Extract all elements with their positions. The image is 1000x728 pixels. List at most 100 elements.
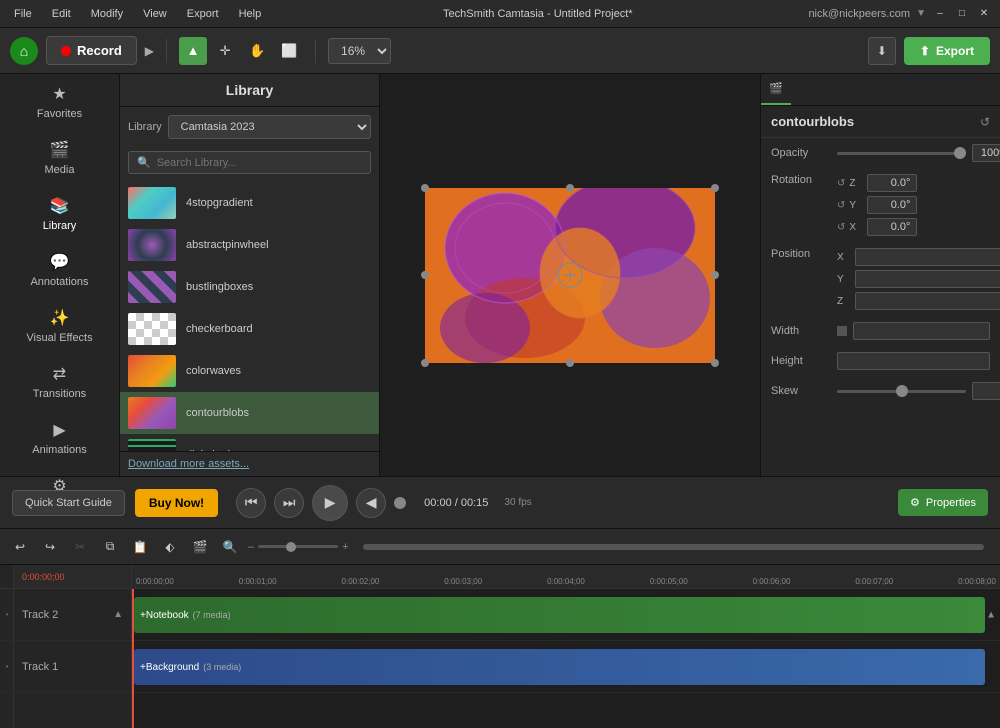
side-control-track2[interactable]: •	[0, 589, 14, 641]
handle-top-right[interactable]	[711, 184, 719, 192]
menu-help[interactable]: Help	[233, 6, 268, 22]
track-1-clip[interactable]: + Background (3 media)	[134, 649, 985, 685]
minimize-button[interactable]: –	[932, 6, 948, 22]
close-button[interactable]: ✕	[976, 6, 992, 22]
list-item[interactable]: 4stopgradient	[120, 182, 379, 224]
timeline-header-label: 0:00:00;00	[14, 565, 131, 589]
home-button[interactable]: ⌂	[10, 37, 38, 65]
properties-tab-video[interactable]: 🎬	[761, 74, 791, 105]
skew-slider[interactable]	[837, 390, 966, 393]
undo-button[interactable]: ↩	[8, 535, 32, 559]
video-mode-button[interactable]: 🎬	[188, 535, 212, 559]
sidebar: ★ Favorites 🎬 Media 📚 Library 💬 Annotati…	[0, 74, 120, 476]
download-more-link[interactable]: Download more assets...	[128, 458, 249, 470]
buy-now-button[interactable]: Buy Now!	[135, 489, 218, 517]
handle-top-left[interactable]	[421, 184, 429, 192]
cut-button[interactable]: ✂	[68, 535, 92, 559]
width-input[interactable]: 1,920.0	[853, 322, 990, 340]
transform-tool[interactable]: ✛	[211, 37, 239, 65]
split-button[interactable]: ⬖	[158, 535, 182, 559]
menu-export[interactable]: Export	[181, 6, 225, 22]
export-button[interactable]: ⬆ Export	[904, 37, 990, 65]
library-thumb-checkerboard	[128, 313, 176, 345]
rotation-z-input[interactable]: 0.0°	[867, 174, 917, 192]
list-item[interactable]: abstractpinwheel	[120, 224, 379, 266]
refresh-icon[interactable]: ↺	[980, 115, 990, 129]
menu-edit[interactable]: Edit	[46, 6, 77, 22]
list-item[interactable]: checkerboard	[120, 308, 379, 350]
position-z-input[interactable]: 0.0	[855, 292, 1000, 310]
track-2-collapse-icon[interactable]: ▲	[986, 609, 996, 620]
timeline-scrollbar[interactable]	[363, 544, 984, 550]
copy-button[interactable]: ⧉	[98, 535, 122, 559]
menu-view[interactable]: View	[137, 6, 173, 22]
sidebar-item-animations[interactable]: ▶ Animations	[0, 410, 119, 466]
timeline-ruler: 0:00:00;00 0:00:01;00 0:00:02;00 0:00:03…	[132, 565, 1000, 589]
handle-right-mid[interactable]	[711, 271, 719, 279]
side-control-track1[interactable]: •	[0, 641, 14, 693]
sidebar-item-media[interactable]: 🎬 Media	[0, 130, 119, 186]
track-1-clip-media: (3 media)	[203, 662, 241, 672]
sidebar-item-visual-effects[interactable]: ✨ Visual Effects	[0, 298, 119, 354]
handle-top-mid[interactable]	[566, 184, 574, 192]
sidebar-item-favorites[interactable]: ★ Favorites	[0, 74, 119, 130]
window-controls: nick@nickpeers.com ▼ – □ ✕	[808, 6, 992, 22]
z-label: Z	[837, 296, 851, 307]
list-item-selected[interactable]: contourblobs	[120, 392, 379, 434]
track-2-expand[interactable]: ▲	[113, 609, 123, 620]
record-label: Record	[77, 43, 122, 58]
timeline-playhead[interactable]	[132, 589, 134, 728]
zoom-select[interactable]: 16%	[328, 38, 391, 64]
timeline-area: ↩ ↪ ✂ ⧉ 📋 ⬖ 🎬 🔍 – + • • 0:00:00;00	[0, 528, 1000, 728]
ruler-mark-4: 0:00:04;00	[547, 577, 585, 586]
list-item[interactable]: bustlingboxes	[120, 266, 379, 308]
handle-left-mid[interactable]	[421, 271, 429, 279]
export-label: Export	[936, 44, 974, 58]
handle-bottom-mid[interactable]	[566, 359, 574, 367]
properties-button[interactable]: ⚙ Properties	[898, 489, 988, 516]
menu-modify[interactable]: Modify	[85, 6, 129, 22]
position-y-input[interactable]: -6.3	[855, 270, 1000, 288]
skew-value[interactable]: 0	[972, 382, 1000, 400]
handle-bottom-left[interactable]	[421, 359, 429, 367]
share-button[interactable]: ⬇	[868, 37, 896, 65]
track-2-clip[interactable]: + Notebook (7 media)	[134, 597, 985, 633]
record-dropdown-arrow[interactable]: ▶	[145, 44, 154, 58]
tool-group: ▲ ✛ ✋ ⬜	[179, 37, 303, 65]
list-item[interactable]: colorwaves	[120, 350, 379, 392]
sidebar-item-transitions[interactable]: ⇄ Transitions	[0, 354, 119, 410]
record-button[interactable]: Record	[46, 36, 137, 65]
handle-bottom-right[interactable]	[711, 359, 719, 367]
opacity-row: Opacity 100%	[761, 138, 1000, 168]
play-button[interactable]: ▶	[312, 485, 348, 521]
opacity-slider[interactable]	[837, 152, 966, 155]
paste-button[interactable]: 📋	[128, 535, 152, 559]
properties-title-row: contourblobs ↺	[761, 106, 1000, 138]
quick-start-button[interactable]: Quick Start Guide	[12, 490, 125, 516]
library-search-input[interactable]	[157, 157, 362, 169]
rewind-button[interactable]: ⏮	[236, 488, 266, 518]
list-item[interactable]: digitaltrains	[120, 434, 379, 451]
step-forward-button[interactable]: ◀	[356, 488, 386, 518]
dropdown-icon[interactable]: ▼	[916, 8, 926, 19]
menu-file[interactable]: File	[8, 6, 38, 22]
sidebar-item-library[interactable]: 📚 Library	[0, 186, 119, 242]
step-back-button[interactable]: ⏭	[274, 488, 304, 518]
redo-button[interactable]: ↪	[38, 535, 62, 559]
zoom-minus-icon[interactable]: –	[248, 541, 254, 553]
height-input[interactable]: 1,080.0	[837, 352, 990, 370]
library-source-select[interactable]: Camtasia 2023	[168, 115, 371, 139]
rotation-x-input[interactable]: 0.0°	[867, 218, 917, 236]
track-2-label: Track 2 ▲	[14, 589, 131, 641]
pan-tool[interactable]: ✋	[243, 37, 271, 65]
select-tool[interactable]: ▲	[179, 37, 207, 65]
timeline-content: • • 0:00:00;00 Track 2 ▲ Track 1	[0, 565, 1000, 728]
timeline-zoom-slider[interactable]	[258, 545, 338, 548]
position-x-input[interactable]: -4.4	[855, 248, 1000, 266]
sidebar-item-annotations[interactable]: 💬 Annotations	[0, 242, 119, 298]
zoom-plus-icon[interactable]: +	[342, 541, 348, 553]
maximize-button[interactable]: □	[954, 6, 970, 22]
rotation-y-input[interactable]: 0.0°	[867, 196, 917, 214]
zoom-in-button[interactable]: 🔍	[218, 535, 242, 559]
crop-tool[interactable]: ⬜	[275, 37, 303, 65]
